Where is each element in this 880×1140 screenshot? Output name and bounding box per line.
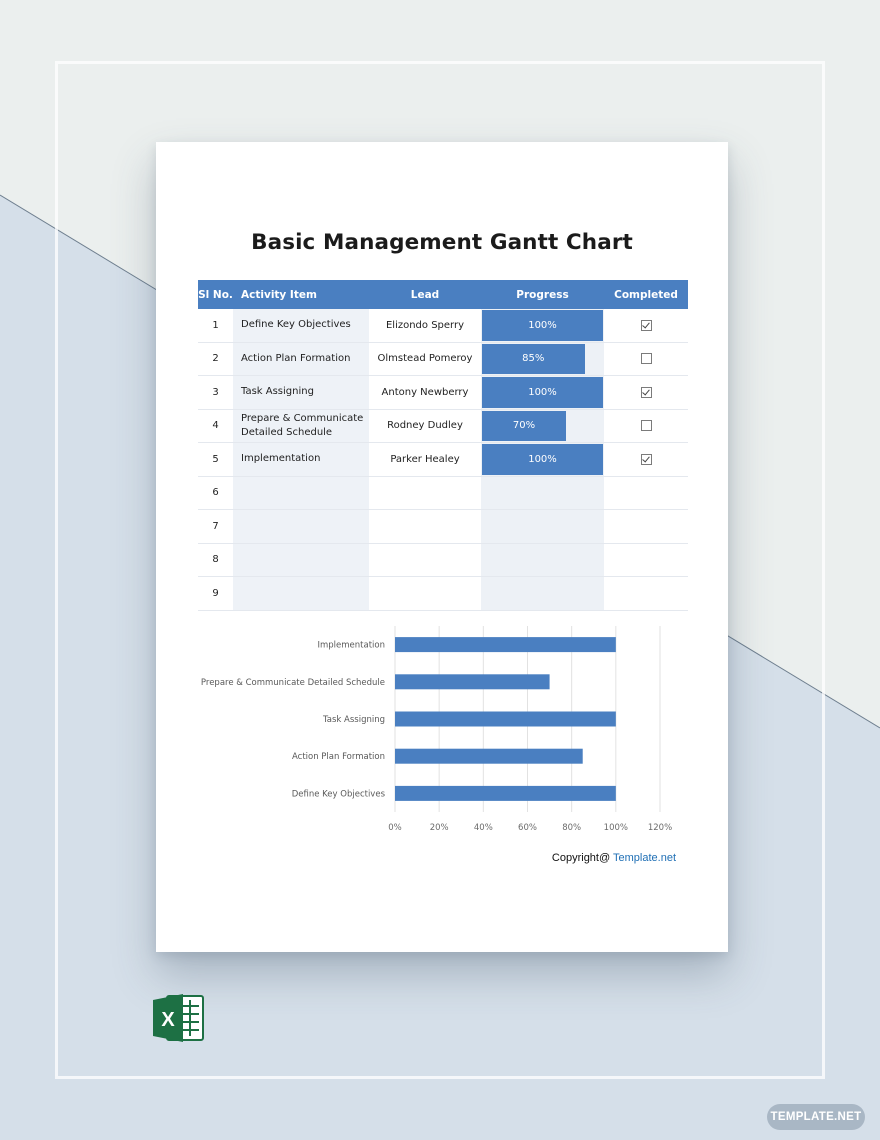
x-tick-label: 100% (604, 823, 628, 833)
category-label: Define Key Objectives (292, 789, 386, 799)
chart-bar (395, 711, 616, 727)
excel-icon: X (153, 994, 204, 1042)
x-tick-label: 20% (430, 823, 449, 833)
chart-bar (395, 748, 583, 764)
chart-bar (395, 785, 616, 801)
document-page: Basic Management Gantt Chart Sl No. Acti… (156, 142, 728, 952)
x-tick-label: 60% (518, 823, 537, 833)
x-tick-label: 80% (562, 823, 581, 833)
copyright-brand: Template.net (613, 852, 676, 864)
chart-bar (395, 674, 550, 690)
category-label: Action Plan Formation (292, 752, 385, 762)
x-tick-label: 40% (474, 823, 493, 833)
x-tick-label: 0% (388, 823, 402, 833)
category-label: Prepare & Communicate Detailed Schedule (201, 678, 385, 688)
progress-bar-chart: 0% 20% 40% 60% 80% 100% 120% Implementation Prep… (201, 626, 672, 833)
x-tick-label: 120% (648, 823, 672, 833)
category-label: Task Assigning (322, 715, 385, 725)
copyright-text: Copyright@ Template.net (552, 852, 676, 864)
category-label: Implementation (318, 641, 386, 651)
chart-bar (395, 637, 616, 653)
watermark-badge: TEMPLATE.NET (767, 1104, 865, 1130)
copyright-prefix: Copyright@ (551, 852, 614, 864)
svg-text:X: X (161, 1009, 175, 1031)
